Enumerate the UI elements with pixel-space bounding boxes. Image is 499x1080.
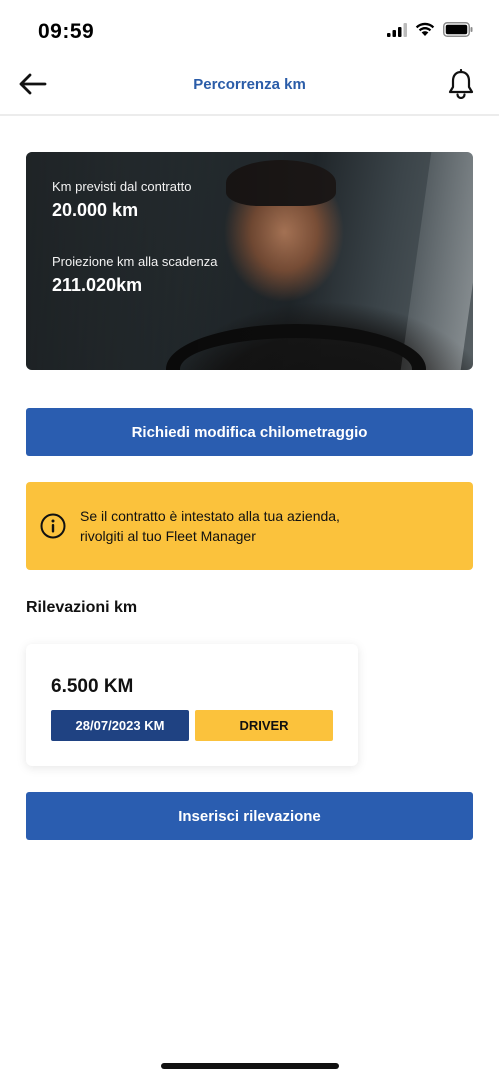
info-icon xyxy=(40,513,66,539)
projection-km-label: Proiezione km alla scadenza xyxy=(52,254,218,269)
info-text-line2: rivolgiti al tuo Fleet Manager xyxy=(80,528,256,544)
battery-icon xyxy=(443,22,473,42)
home-indicator[interactable] xyxy=(161,1063,339,1069)
reading-source-badge: DRIVER xyxy=(195,710,333,741)
reading-date-badge: 28/07/2023 KM xyxy=(51,710,189,741)
info-text: Se il contratto è intestato alla tua azi… xyxy=(80,506,340,546)
reading-card[interactable]: 6.500 KM 28/07/2023 KM DRIVER xyxy=(26,644,358,766)
info-text-line1: Se il contratto è intestato alla tua azi… xyxy=(80,508,340,524)
notifications-button[interactable] xyxy=(443,68,479,104)
reading-value: 6.500 KM xyxy=(51,676,134,697)
status-bar: 09:59 xyxy=(0,0,499,60)
projection-km-block: Proiezione km alla scadenza 211.020km xyxy=(52,254,217,296)
contract-km-block: Km previsti dal contratto 20.000 km xyxy=(52,179,191,221)
status-icons xyxy=(387,22,473,42)
screen: 09:59 Percorrenza km Km previsti dal con… xyxy=(0,0,499,1080)
fleet-manager-info-banner: Se il contratto è intestato alla tua azi… xyxy=(26,482,473,570)
projection-km-value: 211.020km xyxy=(52,275,143,295)
contract-km-label: Km previsti dal contratto xyxy=(52,179,192,194)
nav-bar: Percorrenza km xyxy=(0,60,499,116)
request-mileage-change-button[interactable]: Richiedi modifica chilometraggio xyxy=(26,408,473,456)
wifi-icon xyxy=(415,22,435,42)
readings-section-title: Rilevazioni km xyxy=(26,599,138,616)
status-time: 09:59 xyxy=(38,20,95,43)
page-title: Percorrenza km xyxy=(193,76,306,93)
contract-km-value: 20.000 km xyxy=(52,200,139,220)
cellular-signal-icon xyxy=(387,22,407,42)
bell-icon xyxy=(447,68,475,104)
mileage-summary-card: Km previsti dal contratto 20.000 km Proi… xyxy=(26,152,473,370)
insert-reading-button[interactable]: Inserisci rilevazione xyxy=(26,792,473,840)
